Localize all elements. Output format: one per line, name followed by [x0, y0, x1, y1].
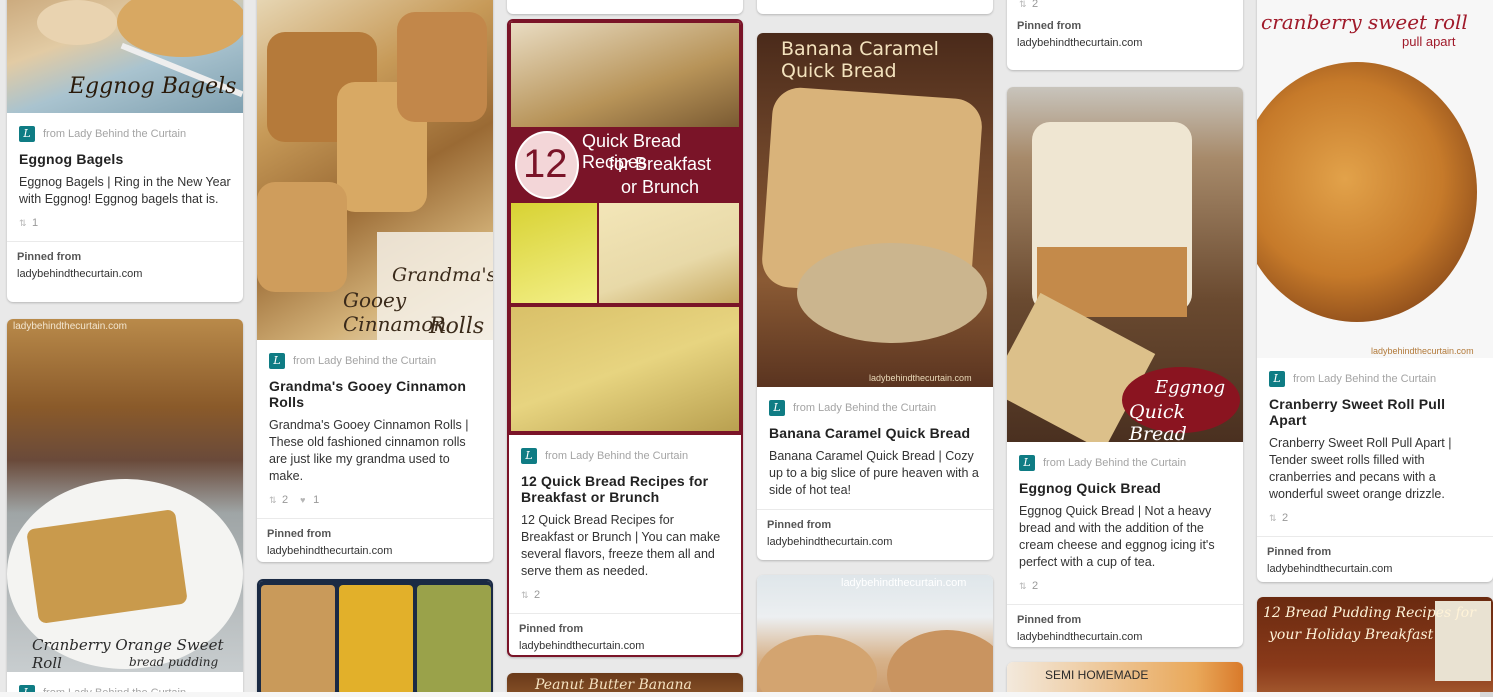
pin-card-cranberry-orange[interactable]: ladybehindthecurtain.com Cranberry Orang… — [7, 319, 243, 697]
pin-description: Eggnog Quick Bread | Not a heavy bread a… — [1019, 504, 1215, 569]
image-caption-1: cranberry sweet roll — [1261, 10, 1468, 34]
pin-image-cranberry-sweet-roll[interactable]: cranberry sweet roll pull apart ladybehi… — [1257, 0, 1493, 358]
pin-card-bread-pudding[interactable]: 12 Bread Pudding Recipes for your Holida… — [1257, 597, 1493, 697]
pin-card-donuts[interactable]: ladybehindthecurtain.com — [757, 575, 993, 697]
image-watermark: ladybehindthecurtain.com — [869, 373, 972, 383]
pinned-from[interactable]: Pinned from ladybehindthecurtain.com — [7, 241, 243, 290]
pin-card-banana-caramel[interactable]: Banana Caramel Quick Bread ladybehindthe… — [757, 33, 993, 560]
pin-source[interactable]: Lfrom Lady Behind the Curtain — [1269, 370, 1481, 388]
repin-icon: ⇅ — [1269, 513, 1277, 523]
pin-image-cinnamon-rolls[interactable]: Grandma's Gooey Cinnamon Rolls — [257, 0, 493, 340]
image-watermark: ladybehindthecurtain.com — [13, 321, 127, 332]
pin-stats: ⇅ 2 — [1019, 0, 1039, 10]
image-caption-sub: bread pudding — [129, 655, 219, 669]
pin-image-eggnog-bagels[interactable]: Eggnog Bagels — [7, 0, 243, 113]
image-number: 12 — [523, 142, 568, 186]
pin-source[interactable]: Lfrom Lady Behind the Curtain — [19, 125, 231, 143]
pin-source[interactable]: Lfrom Lady Behind the Curtain — [521, 447, 729, 465]
scrollbar-thumb[interactable] — [0, 692, 1480, 697]
pin-title[interactable]: Eggnog Quick Bread — [1019, 480, 1231, 496]
image-caption: Banana Caramel Quick Bread — [781, 38, 939, 82]
pin-card-cinnamon-rolls[interactable]: Grandma's Gooey Cinnamon Rolls Lfrom Lad… — [257, 0, 493, 562]
pin-title[interactable]: Cranberry Sweet Roll Pull Apart — [1269, 396, 1481, 428]
image-caption-1: Eggnog — [1155, 377, 1226, 398]
pin-image-cranberry-orange[interactable]: ladybehindthecurtain.com Cranberry Orang… — [7, 319, 243, 672]
repin-icon: ⇅ — [1019, 581, 1027, 591]
pinned-from[interactable]: Pinned from ladybehindthecurtain.com — [757, 509, 993, 558]
pin-source[interactable]: Lfrom Lady Behind the Curtain — [769, 399, 981, 417]
image-caption: SEMI HOMEMADE — [1045, 668, 1149, 682]
pin-title[interactable]: Grandma's Gooey Cinnamon Rolls — [269, 378, 481, 410]
image-caption-2: your Holiday Breakfast — [1269, 627, 1434, 643]
repin-icon: ⇅ — [269, 495, 277, 505]
image-caption: Eggnog Bagels — [69, 74, 237, 99]
pin-description: Banana Caramel Quick Bread | Cozy up to … — [769, 449, 979, 497]
source-logo-icon: L — [19, 126, 35, 142]
source-logo-icon: L — [1019, 455, 1035, 471]
pin-card-12-quick-bread[interactable]: 12 Quick Bread Recipes for Breakfast or … — [507, 19, 743, 657]
pin-stats: ⇅ 2 ♥ 1 — [269, 494, 320, 506]
image-caption-1: Grandma's — [392, 264, 493, 286]
pin-image-eggnog-quick-bread[interactable]: Eggnog Quick Bread — [1007, 87, 1243, 442]
repin-icon: ⇅ — [1019, 0, 1027, 9]
pinned-from[interactable]: Pinned from ladybehindthecurtain.com — [1007, 12, 1243, 59]
pin-card-rolls-muffins[interactable] — [257, 579, 493, 697]
pin-image-12-quick-bread[interactable]: 12 Quick Bread Recipes for Breakfast or … — [509, 21, 741, 435]
pinned-from[interactable]: Pinned from ladybehindthecurtain.com — [1257, 536, 1493, 582]
repin-icon: ⇅ — [521, 590, 529, 600]
image-caption-1: 12 Bread Pudding Recipes for — [1263, 605, 1476, 621]
repin-icon: ⇅ — [19, 218, 27, 228]
pin-stats: ⇅ 2 — [521, 589, 541, 601]
source-logo-icon: L — [769, 400, 785, 416]
pin-stats: ⇅ 2 — [1019, 580, 1039, 592]
pin-image-bread-pudding[interactable]: 12 Bread Pudding Recipes for your Holida… — [1257, 597, 1493, 697]
image-watermark: ladybehindthecurtain.com — [1371, 346, 1474, 356]
source-logo-icon: L — [269, 353, 285, 369]
pin-title[interactable]: 12 Quick Bread Recipes for Breakfast or … — [521, 473, 729, 505]
pin-image-donuts[interactable]: ladybehindthecurtain.com — [757, 575, 993, 697]
image-caption-3: Rolls — [429, 314, 485, 339]
pinned-from[interactable]: Pinned from ladybehindthecurtain.com — [1007, 604, 1243, 647]
image-line-3: or Brunch — [621, 177, 700, 197]
pin-description: Grandma's Gooey Cinnamon Rolls | These o… — [269, 418, 469, 483]
pin-card-eggnog-quick-bread[interactable]: Eggnog Quick Bread Lfrom Lady Behind the… — [1007, 87, 1243, 647]
image-watermark: ladybehindthecurtain.com — [841, 577, 967, 589]
heart-icon: ♥ — [300, 495, 306, 505]
image-caption: Peanut Butter Banana — [535, 677, 692, 693]
pin-title[interactable]: Banana Caramel Quick Bread — [769, 425, 981, 441]
pin-description: Cranberry Sweet Roll Pull Apart | Tender… — [1269, 436, 1452, 501]
pin-card-top-partial-c3[interactable] — [507, 0, 743, 14]
pin-source[interactable]: Lfrom Lady Behind the Curtain — [1019, 454, 1231, 472]
source-logo-icon: L — [521, 448, 537, 464]
pin-stats: ⇅ 1 — [19, 217, 39, 229]
pin-image-rolls-muffins[interactable] — [259, 581, 491, 697]
source-logo-icon: L — [1269, 371, 1285, 387]
image-caption-2: pull apart — [1402, 34, 1456, 49]
pinned-from[interactable]: Pinned from ladybehindthecurtain.com — [257, 518, 493, 562]
pin-source[interactable]: Lfrom Lady Behind the Curtain — [269, 352, 481, 370]
pin-card-top-partial-c4[interactable] — [757, 0, 993, 14]
pin-card-eggnog-bagels[interactable]: Eggnog Bagels Lfrom Lady Behind the Curt… — [7, 0, 243, 302]
horizontal-scrollbar[interactable] — [0, 692, 1493, 697]
pin-card-cranberry-sweet-roll[interactable]: cranberry sweet roll pull apart ladybehi… — [1257, 0, 1493, 582]
pin-image-banana-caramel[interactable]: Banana Caramel Quick Bread ladybehindthe… — [757, 33, 993, 387]
pin-title[interactable]: Eggnog Bagels — [19, 151, 231, 167]
pinned-from[interactable]: Pinned from ladybehindthecurtain.com — [509, 613, 741, 655]
pin-description: 12 Quick Bread Recipes for Breakfast or … — [521, 513, 721, 578]
pin-stats: ⇅ 2 — [1269, 512, 1289, 524]
image-caption-2: Quick Bread — [1129, 401, 1187, 442]
image-line-2: for Breakfast — [609, 154, 712, 174]
pin-description: Eggnog Bagels | Ring in the New Year wit… — [19, 175, 231, 206]
pin-card-top-partial-c5[interactable]: ⇅ 2 Pinned from ladybehindthecurtain.com — [1007, 0, 1243, 70]
